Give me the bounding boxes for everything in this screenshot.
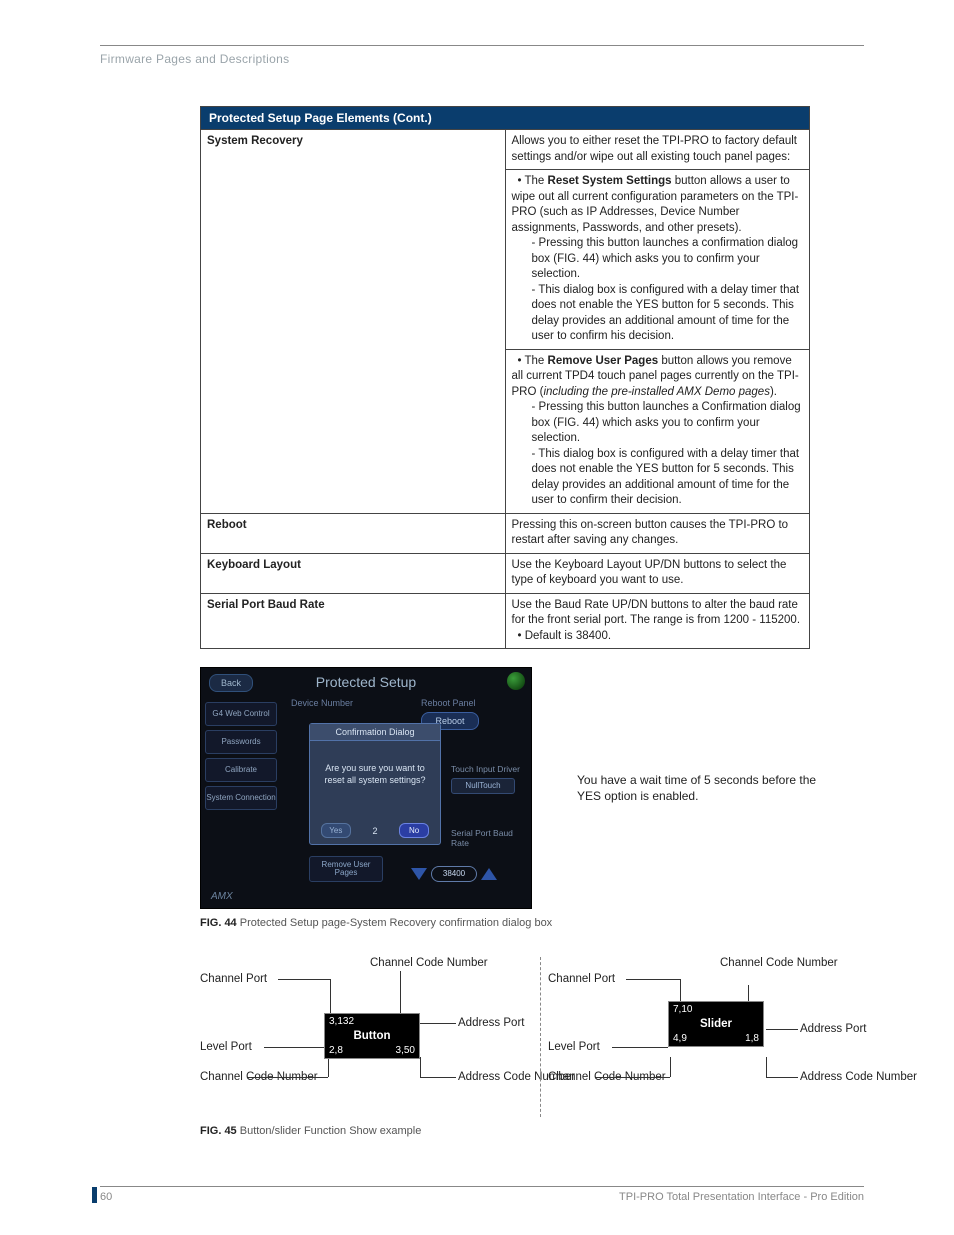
sld-br: 1,8 <box>745 1033 759 1044</box>
dialog-message: Are you sure you want to reset all syste… <box>310 763 440 786</box>
btn-br: 3,50 <box>396 1045 415 1056</box>
touch-driver-value[interactable]: NullTouch <box>451 778 515 794</box>
fig44-title: Protected Setup <box>201 674 531 690</box>
row-keyboard-label: Keyboard Layout <box>201 553 506 593</box>
fig45-button-diagram: Channel Port Level Port Channel Code Num… <box>200 957 510 1117</box>
amx-logo: AMX <box>211 891 233 902</box>
elements-table: Protected Setup Page Elements (Cont.) Sy… <box>200 106 810 649</box>
dialog-yes-button[interactable]: Yes <box>321 823 351 838</box>
sidebar-item-calibrate[interactable]: Calibrate <box>205 758 277 782</box>
row-reboot-text: Pressing this on-screen button causes th… <box>505 513 810 553</box>
row-keyboard-text: Use the Keyboard Layout UP/DN buttons to… <box>505 553 810 593</box>
reboot-panel-label: Reboot Panel <box>421 698 476 708</box>
lbl-channel-port: Channel Port <box>200 973 267 985</box>
btn-mid: Button <box>325 1030 419 1042</box>
sidebar-item-g4web[interactable]: G4 Web Control <box>205 702 277 726</box>
row-system-recovery-item1: The Reset System Settings button allows … <box>505 170 810 350</box>
sld-mid: Slider <box>669 1018 763 1030</box>
row-baud-text: Use the Baud Rate UP/DN buttons to alter… <box>505 593 810 649</box>
baud-down-icon[interactable] <box>411 868 427 880</box>
lbl-level-port: Level Port <box>548 1041 600 1053</box>
page-footer: 60 TPI-PRO Total Presentation Interface … <box>100 1186 864 1203</box>
fig44-caption: FIG. 44 Protected Setup page-System Reco… <box>200 917 864 929</box>
row-baud-label: Serial Port Baud Rate <box>201 593 506 649</box>
dialog-countdown: 2 <box>372 826 377 836</box>
remove-user-pages-button[interactable]: Remove User Pages <box>309 856 383 882</box>
row-system-recovery-intro: Allows you to either reset the TPI-PRO t… <box>505 130 810 170</box>
lbl-level-port: Level Port <box>200 1041 252 1053</box>
sidebar-item-passwords[interactable]: Passwords <box>205 730 277 754</box>
fig45-slider-diagram: Channel Port Level Port Channel Code Num… <box>540 957 850 1117</box>
row-reboot-label: Reboot <box>201 513 506 553</box>
lbl-address-port: Address Port <box>800 1023 866 1035</box>
fig44-note: You have a wait time of 5 seconds before… <box>577 772 817 804</box>
doc-title: TPI-PRO Total Presentation Interface - P… <box>619 1191 864 1203</box>
table-title: Protected Setup Page Elements (Cont.) <box>201 107 810 130</box>
sld-bl: 4,9 <box>673 1033 687 1044</box>
lbl-channel-port: Channel Port <box>548 973 615 985</box>
lbl-address-port: Address Port <box>458 1017 524 1029</box>
baud-up-icon[interactable] <box>481 868 497 880</box>
sidebar-item-sysconn[interactable]: System Connection <box>205 786 277 810</box>
fig44-screenshot: Back Protected Setup G4 Web Control Pass… <box>200 667 532 909</box>
confirmation-dialog: Confirmation Dialog Are you sure you wan… <box>309 723 441 845</box>
row-system-recovery-item2: The Remove User Pages button allows you … <box>505 349 810 513</box>
dialog-title: Confirmation Dialog <box>310 724 440 741</box>
lbl-ccn-right: Channel Code Number <box>720 957 838 969</box>
btn-tl: 3,132 <box>329 1016 354 1027</box>
fig45-caption: FIG. 45 Button/slider Function Show exam… <box>200 1125 864 1137</box>
breadcrumb: Firmware Pages and Descriptions <box>100 52 864 66</box>
lbl-address-code-number: Address Code Number <box>800 1071 917 1083</box>
dialog-no-button[interactable]: No <box>399 823 429 838</box>
page-number: 60 <box>100 1191 112 1203</box>
sld-tl: 7,10 <box>673 1004 692 1015</box>
btn-bl: 2,8 <box>329 1045 343 1056</box>
lbl-ccn-right: Channel Code Number <box>370 957 488 969</box>
baud-rate-label: Serial Port Baud Rate <box>451 828 531 848</box>
row-system-recovery-label: System Recovery <box>201 130 506 514</box>
baud-value: 38400 <box>431 866 477 882</box>
device-number-label: Device Number <box>291 698 353 708</box>
touch-driver-label: Touch Input Driver <box>451 764 520 774</box>
